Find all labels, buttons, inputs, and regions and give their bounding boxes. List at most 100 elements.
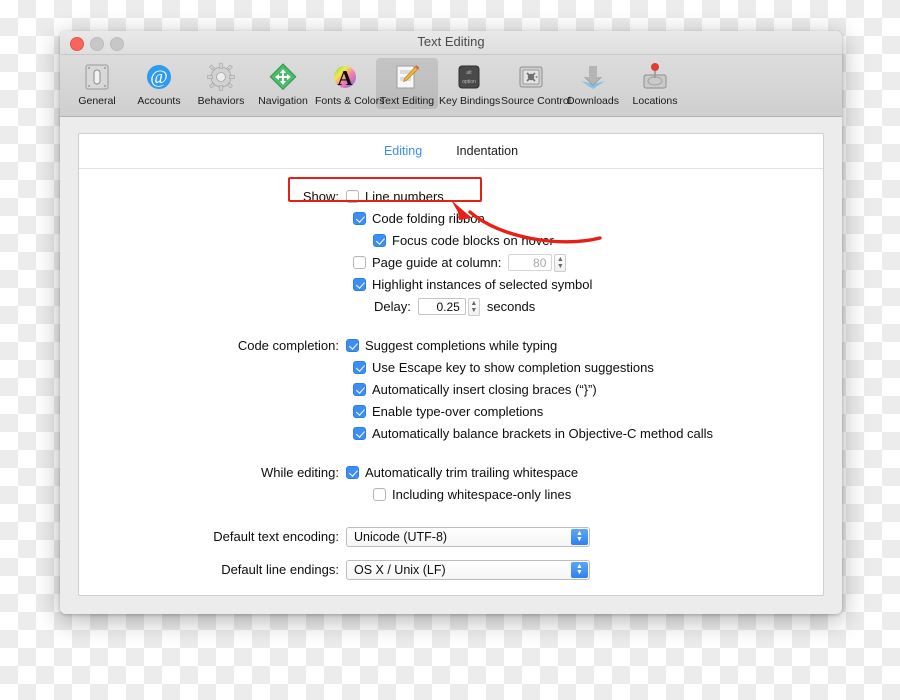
row-show-line-numbers: Show: Line numbers: [79, 186, 823, 207]
tab-indentation[interactable]: Indentation: [456, 144, 518, 158]
focus-blocks-label: Focus code blocks on hover: [392, 233, 554, 248]
toolbar-item-text-editing[interactable]: Text Editing: [376, 58, 438, 109]
row-while-editing: While editing: Automatically trim traili…: [79, 462, 823, 483]
text-encoding-value: Unicode (UTF-8): [354, 529, 448, 544]
row-including-whitespace: Including whitespace-only lines: [79, 484, 823, 505]
text-encoding-label: Default text encoding:: [213, 529, 339, 544]
row-code-completion: Code completion: Suggest completions whi…: [79, 335, 823, 356]
page-guide-control: Page guide at column: 80 ▲ ▼: [79, 253, 567, 272]
gear-icon: [191, 60, 251, 93]
toolbar-item-navigation[interactable]: Navigation: [252, 58, 314, 109]
page-guide-label: Page guide at column:: [372, 255, 502, 270]
trim-whitespace-label: Automatically trim trailing whitespace: [365, 465, 579, 480]
toolbar-item-label: Locations: [632, 95, 678, 107]
preferences-toolbar: General @ Accounts Behaviors Navigation …: [60, 55, 842, 117]
escape-key-checkbox[interactable]: [353, 361, 366, 374]
row-code-folding: Code folding ribbon: [79, 208, 823, 229]
download-arrow-icon: [563, 60, 623, 93]
toolbar-item-key-bindings[interactable]: alt option Key Bindings: [438, 58, 500, 109]
toolbar-item-general[interactable]: General: [66, 58, 128, 109]
row-page-guide: Page guide at column: 80 ▲ ▼: [79, 252, 823, 273]
including-whitespace-checkbox[interactable]: [373, 488, 386, 501]
toolbar-item-label: Accounts: [137, 95, 181, 107]
page-guide-checkbox[interactable]: [353, 256, 366, 269]
toolbar-item-label: Navigation: [258, 95, 308, 107]
code-folding-checkbox[interactable]: [353, 212, 366, 225]
text-encoding-control: Unicode (UTF-8) ▲ ▼: [346, 526, 590, 547]
trim-whitespace-checkbox[interactable]: [346, 466, 359, 479]
safe-icon: [501, 60, 561, 93]
page-pencil-icon: [377, 60, 437, 93]
code-completion-option-1: Use Escape key to show completion sugges…: [79, 360, 654, 375]
svg-text:@: @: [150, 67, 168, 88]
toolbar-item-source-control[interactable]: Source Control: [500, 58, 572, 109]
closing-braces-label: Automatically insert closing braces (“}”…: [372, 382, 597, 397]
line-numbers-label: Line numbers: [365, 189, 444, 204]
chevron-updown-icon: ▲ ▼: [571, 528, 588, 545]
toolbar-item-label: Text Editing: [379, 95, 435, 107]
disk-pin-icon: [625, 60, 685, 93]
chevron-updown-icon: ▲ ▼: [571, 561, 588, 578]
svg-text:A: A: [337, 66, 353, 90]
page-guide-column-input[interactable]: 80: [508, 254, 553, 271]
toolbar-item-accounts[interactable]: @ Accounts: [128, 58, 190, 109]
while-editing-label: While editing:: [260, 465, 339, 480]
code-completion-option-4: Automatically balance brackets in Object…: [79, 426, 713, 441]
svg-text:alt: alt: [466, 70, 472, 76]
toolbar-item-locations[interactable]: Locations: [624, 58, 686, 109]
row-highlight-instances: Highlight instances of selected symbol: [79, 274, 823, 295]
balance-brackets-label: Automatically balance brackets in Object…: [372, 426, 714, 441]
code-folding-label: Code folding ribbon: [372, 211, 485, 226]
line-endings-label: Default line endings:: [221, 562, 339, 577]
including-whitespace-control: Including whitespace-only lines: [79, 487, 571, 502]
delay-label: Delay:: [374, 299, 411, 314]
line-endings-value: OS X / Unix (LF): [354, 562, 446, 577]
toolbar-item-label: Source Control: [501, 95, 572, 107]
highlight-checkbox[interactable]: [353, 278, 366, 291]
delay-control: Delay: 0.25 ▲ ▼ seconds: [79, 297, 536, 316]
delay-input[interactable]: 0.25: [417, 298, 466, 315]
balance-brackets-checkbox[interactable]: [353, 427, 366, 440]
toolbar-item-fonts-colors[interactable]: A Fonts & Colors: [314, 58, 385, 109]
window-title: Text Editing: [417, 34, 485, 49]
escape-key-label: Use Escape key to show completion sugges…: [372, 360, 654, 375]
suggest-completions-label: Suggest completions while typing: [365, 338, 558, 353]
row-closing-braces: Automatically insert closing braces (“}”…: [79, 379, 823, 400]
delay-stepper[interactable]: ▲ ▼: [467, 297, 480, 316]
line-endings-control: OS X / Unix (LF) ▲ ▼: [346, 559, 590, 580]
type-over-label: Enable type-over completions: [372, 404, 544, 419]
toolbar-item-downloads[interactable]: Downloads: [562, 58, 624, 109]
code-completion-option-2: Automatically insert closing braces (“}”…: [79, 382, 597, 397]
row-escape-key: Use Escape key to show completion sugges…: [79, 357, 823, 378]
move-arrows-icon: [253, 60, 313, 93]
tab-editing[interactable]: Editing: [384, 144, 422, 158]
toolbar-item-behaviors[interactable]: Behaviors: [190, 58, 252, 109]
row-text-encoding: Default text encoding: Unicode (UTF-8) ▲…: [79, 526, 823, 547]
line-numbers-control: Line numbers: [346, 189, 444, 204]
closing-braces-checkbox[interactable]: [353, 383, 366, 396]
line-endings-popup[interactable]: OS X / Unix (LF) ▲ ▼: [346, 559, 590, 580]
preferences-window: Text Editing General @ Accounts Behavior…: [60, 31, 842, 614]
switch-panel-icon: [67, 60, 127, 93]
row-focus-blocks: Focus code blocks on hover: [79, 230, 823, 251]
text-encoding-popup[interactable]: Unicode (UTF-8) ▲ ▼: [346, 526, 590, 547]
tab-bar: Editing Indentation: [79, 134, 823, 169]
convert-files-control: Convert existing files on save: [79, 595, 541, 596]
delay-unit-label: seconds: [486, 299, 536, 314]
row-convert-files: Convert existing files on save: [79, 592, 823, 596]
code-completion-label: Code completion:: [237, 338, 339, 353]
focus-blocks-checkbox[interactable]: [373, 234, 386, 247]
line-numbers-checkbox[interactable]: [346, 190, 359, 203]
page-guide-stepper[interactable]: ▲ ▼: [554, 253, 567, 272]
at-sign-icon: @: [129, 60, 189, 93]
content-area: Editing Indentation Show: Line numbers C…: [60, 117, 842, 614]
highlight-control: Highlight instances of selected symbol: [79, 277, 592, 292]
including-whitespace-label: Including whitespace-only lines: [392, 487, 572, 502]
trim-whitespace-control: Automatically trim trailing whitespace: [346, 465, 578, 480]
highlight-label: Highlight instances of selected symbol: [372, 277, 593, 292]
type-over-checkbox[interactable]: [353, 405, 366, 418]
option-key-icon: alt option: [439, 60, 499, 93]
suggest-completions-checkbox[interactable]: [346, 339, 359, 352]
editing-settings-form: Show: Line numbers Code folding ribbon F…: [79, 169, 823, 596]
toolbar-item-label: Fonts & Colors: [315, 95, 385, 107]
